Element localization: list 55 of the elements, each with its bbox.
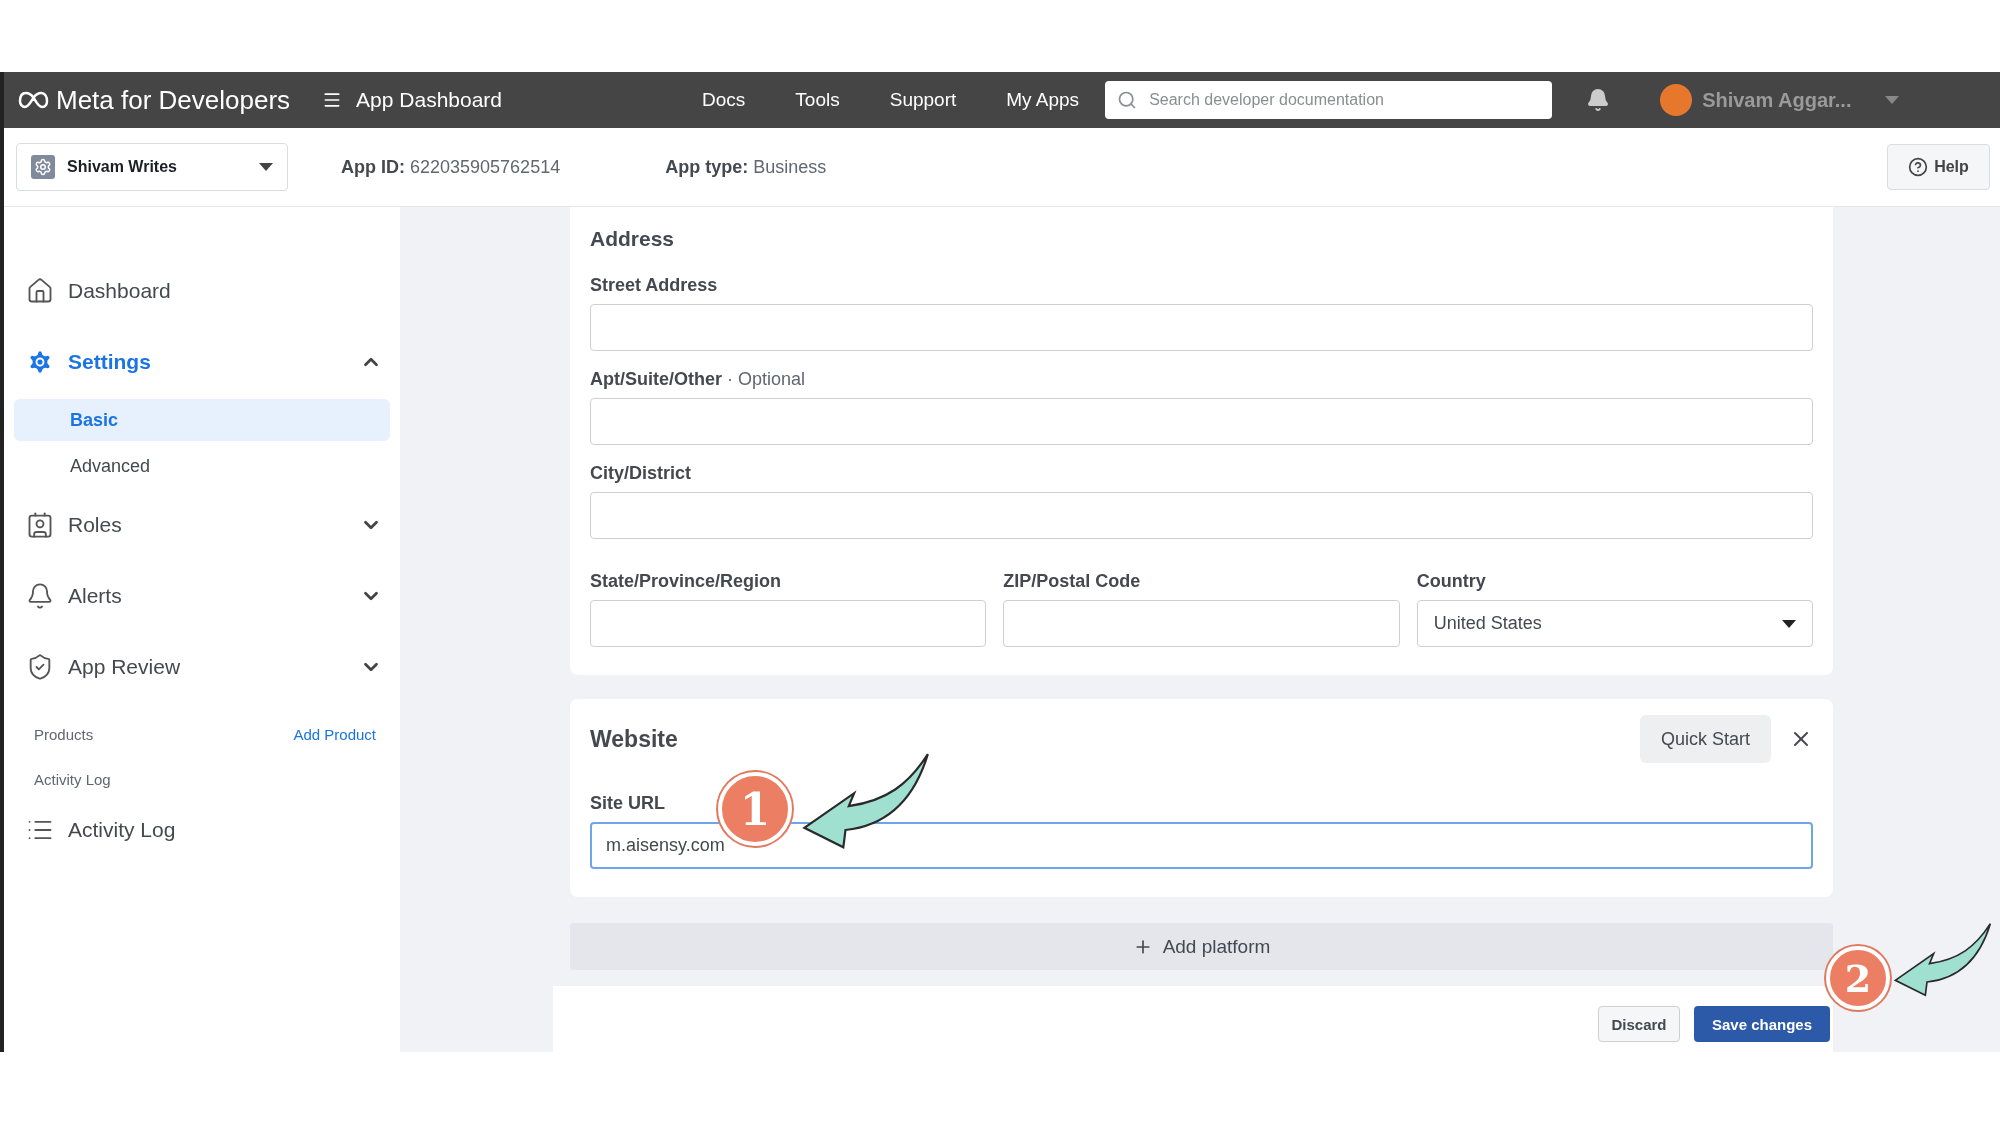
app-dashboard-title[interactable]: App Dashboard: [356, 88, 503, 112]
app-id-text: App ID: 622035905762514: [341, 156, 561, 178]
input-field[interactable]: [590, 492, 1813, 539]
arrow-icon: [1892, 922, 1992, 997]
app-gear-icon: [31, 155, 55, 179]
user-avatar[interactable]: [1660, 84, 1693, 116]
field-label: Street Address: [590, 275, 718, 296]
id-badge-icon: [26, 510, 54, 539]
save-button[interactable]: Save changes: [1694, 1006, 1830, 1042]
quick-start-button[interactable]: Quick Start: [1640, 715, 1771, 763]
caret-icon: [259, 163, 273, 171]
arrow-icon: [800, 752, 930, 850]
sidebar-subitem[interactable]: Advanced: [14, 445, 390, 487]
app-type-text: App type: Business: [665, 156, 827, 178]
nav-link[interactable]: Tools: [795, 89, 840, 111]
section-title: Website: [590, 725, 678, 753]
sidebar-item[interactable]: Roles: [14, 489, 390, 560]
section-title: Address: [590, 227, 676, 251]
search-icon: [1117, 90, 1138, 110]
input-field[interactable]: [590, 398, 1813, 445]
add-product-link[interactable]: Add Product: [293, 726, 376, 743]
bell-icon: [26, 581, 54, 610]
sidebar-item[interactable]: Activity Log: [14, 794, 390, 865]
input-field[interactable]: [590, 600, 987, 647]
sidebar-item[interactable]: Dashboard: [14, 255, 390, 326]
nav-link[interactable]: Support: [889, 89, 957, 111]
section-label: Products: [34, 726, 94, 743]
nav-link[interactable]: Docs: [702, 89, 746, 111]
field-label: Site URL: [590, 793, 665, 814]
help-icon: [1908, 157, 1929, 177]
add-platform-button[interactable]: Add platform: [570, 923, 1833, 970]
discard-button[interactable]: Discard: [1598, 1006, 1680, 1042]
country-select[interactable]: United States: [1416, 600, 1813, 647]
sidebar-subitem[interactable]: Basic: [14, 399, 390, 441]
nav-link[interactable]: My Apps: [1006, 89, 1080, 111]
field-label: Apt/Suite/Other · Optional: [590, 369, 806, 390]
field-label: City/District: [590, 463, 692, 484]
field-label: State/Province/Region: [590, 571, 782, 592]
sidebar-item[interactable]: App Review: [14, 631, 390, 702]
section-label: Activity Log: [34, 771, 111, 788]
input-field[interactable]: [1003, 600, 1400, 647]
field-label: Country: [1416, 571, 1486, 592]
bell-icon[interactable]: [1586, 88, 1611, 112]
site-logo-text[interactable]: Meta for Developers: [56, 84, 291, 116]
sidebar-item[interactable]: Settings: [14, 326, 390, 397]
caret-icon[interactable]: [1885, 96, 1900, 104]
field-label: ZIP/Postal Code: [1003, 571, 1141, 592]
caret-icon: [1782, 619, 1796, 628]
app-selector[interactable]: Shivam Writes: [16, 143, 288, 191]
home-icon: [26, 276, 54, 305]
sidebar-item[interactable]: Alerts: [14, 560, 390, 631]
search-field[interactable]: Search developer documentation: [1105, 81, 1553, 119]
help-button[interactable]: Help: [1887, 144, 1990, 190]
infinity-logo-icon: [18, 90, 50, 110]
input-field[interactable]: [590, 304, 1813, 351]
